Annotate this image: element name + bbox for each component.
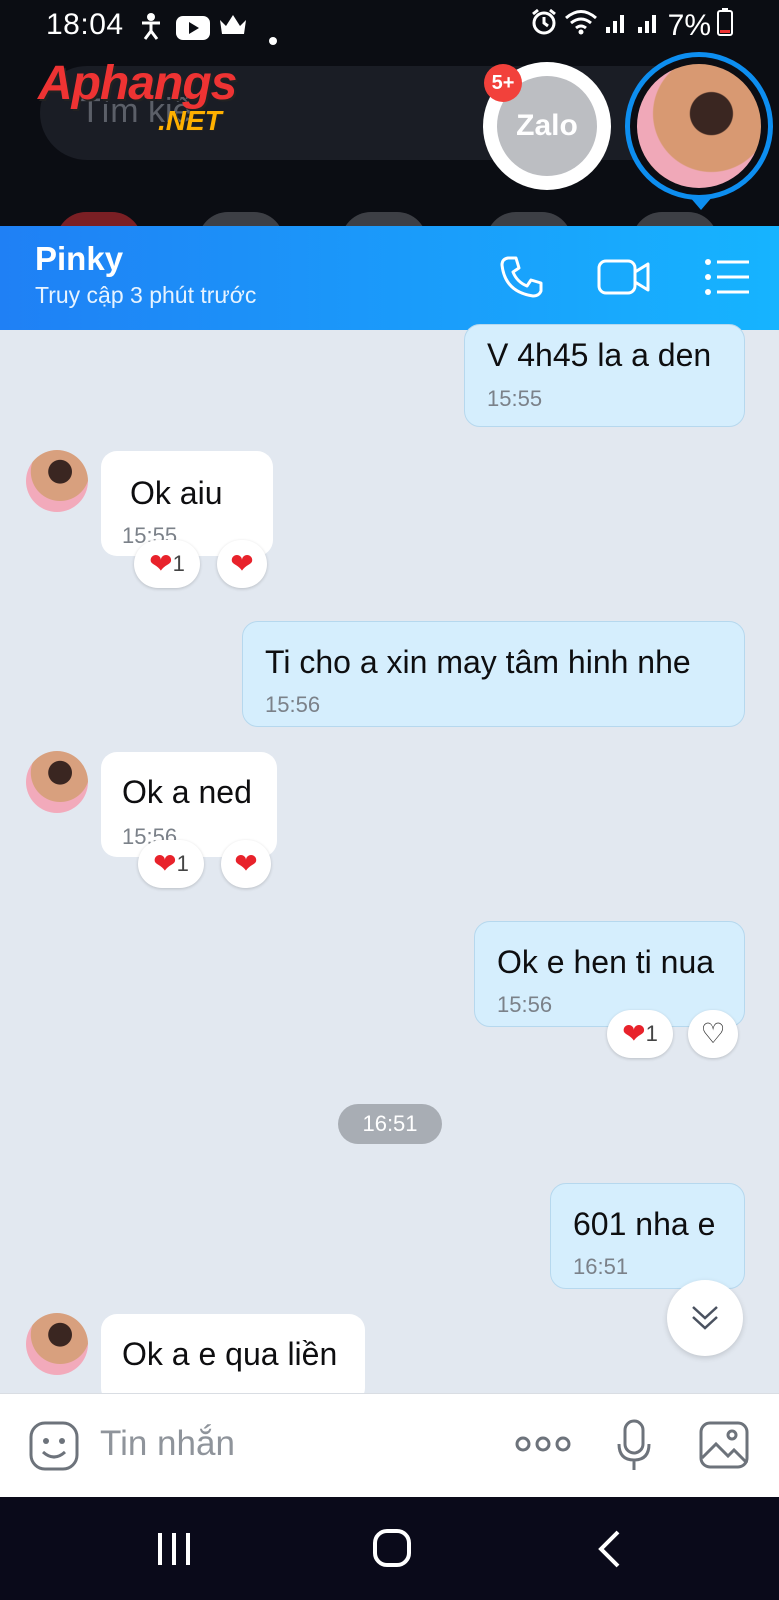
phone-icon[interactable] — [496, 252, 546, 302]
microphone-icon[interactable] — [616, 1418, 652, 1479]
heart-icon: ❤ — [149, 548, 173, 579]
chat-head-pointer — [689, 196, 713, 210]
outgoing-message[interactable]: 601 nha e 16:51 — [550, 1183, 745, 1289]
menu-list-icon[interactable] — [702, 252, 752, 302]
accessibility-icon — [138, 12, 164, 48]
heart-react-button[interactable]: ❤ — [221, 840, 271, 888]
chevron-double-down-icon — [692, 1306, 718, 1330]
signal-icon — [636, 9, 662, 43]
message-text: Ti cho a xin may tâm hinh nhe — [265, 644, 691, 680]
heart-react-button[interactable]: ❤ — [217, 540, 267, 588]
battery-percent: 7% — [667, 9, 711, 42]
message-text: Ok a ned — [122, 774, 252, 810]
outgoing-message[interactable]: V 4h45 la a den 15:55 — [464, 324, 745, 427]
reaction-pill[interactable]: ❤ 1 — [138, 840, 204, 888]
alarm-icon — [530, 8, 558, 44]
wifi-icon — [564, 8, 598, 44]
heart-icon: ❤ — [153, 848, 177, 879]
outgoing-message[interactable]: Ti cho a xin may tâm hinh nhe 15:56 — [242, 621, 745, 727]
reaction-pill[interactable]: ❤ 1 — [134, 540, 200, 588]
heart-icon: ❤ — [234, 848, 258, 879]
reaction-count: 1 — [172, 551, 185, 576]
contact-avatar[interactable] — [26, 751, 88, 813]
crown-icon — [218, 12, 248, 46]
heart-icon: ❤ — [230, 548, 254, 579]
emoji-icon[interactable] — [28, 1420, 80, 1477]
signal-icon — [604, 9, 630, 43]
message-list[interactable]: V 4h45 la a den 15:55 Ok aiu 15:55 ❤ 1 ❤… — [0, 324, 779, 1404]
message-time: 16:51 — [573, 1254, 629, 1279]
message-text: Ok aiu — [130, 475, 223, 511]
message-input[interactable]: Tin nhắn — [100, 1424, 235, 1464]
scroll-to-bottom-button[interactable] — [667, 1280, 743, 1356]
reaction-pill[interactable]: ❤ 1 — [607, 1010, 673, 1058]
recent-apps-icon[interactable] — [156, 1531, 192, 1572]
message-time: 15:56 — [265, 692, 321, 717]
image-icon[interactable] — [698, 1420, 750, 1475]
battery-icon — [717, 8, 733, 44]
heart-icon: ❤ — [622, 1018, 646, 1049]
watermark-logo: Aphangs .NET — [38, 56, 237, 137]
watermark-line1: Aphangs — [38, 57, 237, 110]
message-text: Ok a e qua liền — [122, 1336, 338, 1372]
last-seen-status: Truy cập 3 phút trước — [35, 282, 257, 308]
message-composer: Tin nhắn — [0, 1393, 779, 1498]
status-time: 18:04 — [46, 8, 124, 41]
contact-name[interactable]: Pinky — [35, 240, 123, 278]
more-icon[interactable] — [514, 1432, 572, 1461]
heart-outline-icon: ♡ — [700, 1018, 726, 1049]
dot-icon — [268, 20, 278, 54]
back-icon[interactable] — [596, 1529, 622, 1574]
time-divider: 16:51 — [338, 1104, 442, 1144]
message-text: V 4h45 la a den — [487, 337, 712, 373]
reaction-count: 1 — [645, 1021, 658, 1046]
video-call-icon[interactable] — [596, 252, 652, 302]
home-icon[interactable] — [372, 1528, 412, 1573]
message-time: 15:56 — [497, 992, 553, 1017]
reaction-count: 1 — [176, 851, 189, 876]
system-navigation-bar — [0, 1497, 779, 1600]
message-text: 601 nha e — [573, 1206, 716, 1242]
message-text: Ok e hen ti nua — [497, 944, 715, 980]
contact-avatar[interactable] — [26, 1313, 88, 1375]
contact-avatar[interactable] — [26, 450, 88, 512]
youtube-icon — [176, 14, 210, 48]
status-right-group: 7% — [530, 8, 733, 44]
incoming-message[interactable]: Ok a e qua liền — [101, 1314, 365, 1404]
heart-react-button[interactable]: ♡ — [688, 1010, 738, 1058]
chat-head-avatar — [637, 64, 761, 188]
chat-header: Pinky Truy cập 3 phút trước — [0, 226, 779, 330]
message-time: 15:55 — [487, 386, 543, 411]
status-bar: 18:04 7% — [0, 0, 779, 52]
notification-badge: 5+ — [484, 64, 522, 102]
